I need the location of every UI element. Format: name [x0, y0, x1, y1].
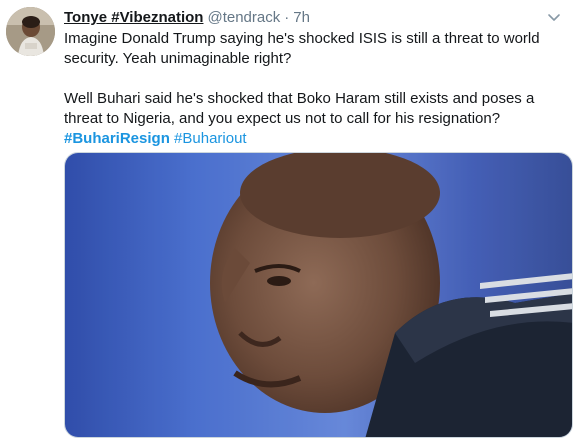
tweet-media-image[interactable] — [64, 152, 573, 438]
chevron-down-icon[interactable] — [545, 8, 563, 26]
hashtag-buhariresign[interactable]: #BuhariResign — [64, 130, 170, 147]
tweet-header: Tonye #Vibeznation @tendrack · 7h — [64, 8, 537, 28]
display-name[interactable]: Tonye #Vibeznation — [64, 9, 203, 26]
separator-dot: · — [284, 9, 290, 26]
tweet-text: Imagine Donald Trump saying he's shocked… — [64, 29, 569, 149]
tweet-paragraph-2: Well Buhari said he's shocked that Boko … — [64, 90, 535, 127]
tweet-card[interactable]: Tonye #Vibeznation @tendrack · 7h Imagine D… — [0, 0, 577, 445]
hashtag-buhariout[interactable]: #Buhariout — [174, 130, 247, 147]
timestamp[interactable]: 7h — [293, 9, 310, 26]
user-handle[interactable]: @tendrack — [207, 9, 280, 26]
avatar[interactable] — [6, 7, 55, 56]
hashtag-row: #BuhariResign #Buhariout — [64, 129, 569, 149]
tweet-paragraph-1: Imagine Donald Trump saying he's shocked… — [64, 30, 540, 67]
